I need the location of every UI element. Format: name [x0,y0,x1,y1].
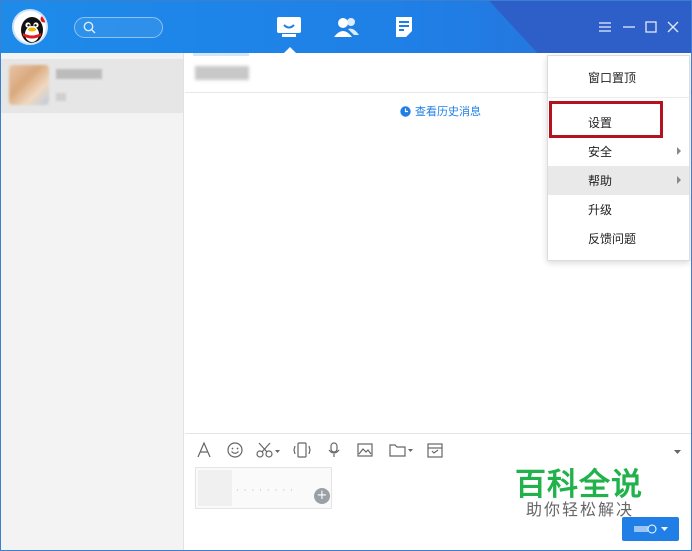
menu-item-label: 反馈问题 [588,232,637,246]
conversation-item[interactable] [1,59,183,113]
menu-icon [599,22,611,32]
close-icon [667,21,679,33]
main-menu-button[interactable] [597,19,613,35]
screenshot-button[interactable] [256,441,282,459]
menu-item-upgrade[interactable]: 升级 [548,195,689,224]
shake-window-button[interactable] [293,441,311,459]
main-dropdown-menu: 窗口置顶 设置 安全 帮助 升级 反馈问题 [547,55,690,261]
chevron-down-icon [660,526,668,531]
toolbar-more[interactable] [674,444,681,458]
message-input-area[interactable]: · · · · · · · · + [195,467,332,509]
menu-separator [548,97,689,98]
maximize-icon [645,21,657,33]
menu-item-label: 窗口置顶 [588,71,637,85]
chat-contact-name-blurred [195,66,249,80]
tab-contacts[interactable] [331,13,361,41]
settings-highlight-box [549,101,663,138]
send-button[interactable] [622,517,679,541]
menu-item-pin-window[interactable]: 窗口置顶 [548,63,689,92]
emoji-icon [227,442,243,458]
chat-header-accent [193,53,249,56]
maximize-button[interactable] [643,19,659,35]
calendar-button[interactable] [427,441,443,459]
history-link-label: 查看历史消息 [415,105,481,118]
qq-main-window: 查看历史消息 · · · · · · · · + 百科全说 助你轻松解决 窗口置… [0,0,692,551]
tab-messages[interactable] [274,13,304,53]
conversation-avatar [9,65,49,105]
input-placeholder-dots: · · · · · · · · [236,486,294,496]
scissors-icon [256,442,280,458]
history-messages-link[interactable]: 查看历史消息 [400,103,481,119]
shake-icon [293,442,311,458]
title-bar [1,1,691,53]
submenu-arrow-icon [677,176,681,184]
close-button[interactable] [665,19,681,35]
menu-item-label: 安全 [588,145,613,159]
minimize-button[interactable] [621,19,637,35]
user-avatar[interactable] [12,9,48,45]
emoji-button[interactable] [227,441,243,459]
search-input[interactable] [99,19,157,36]
penguin-logo-icon [21,15,46,43]
menu-item-security[interactable]: 安全 [548,137,689,166]
clock-icon [400,105,411,117]
calendar-icon [427,443,443,458]
file-button[interactable] [389,441,415,459]
folder-icon [389,444,413,457]
attachment-thumbnail [198,470,232,506]
send-icon [633,524,656,534]
voice-icon [328,442,340,457]
search-box[interactable] [74,17,163,38]
font-button[interactable] [197,441,211,459]
add-attachment-icon[interactable]: + [314,488,330,504]
menu-item-label: 升级 [588,203,613,217]
image-button[interactable] [357,441,373,459]
tab-space[interactable] [389,13,419,41]
message-icon [277,17,301,37]
image-icon [357,443,373,457]
conversation-preview-blurred [56,93,66,101]
search-icon [83,21,96,34]
contacts-icon [334,18,359,37]
watermark-subtitle: 助你轻松解决 [526,500,635,519]
voice-button[interactable] [328,441,340,459]
menu-item-label: 帮助 [588,174,613,188]
minimize-icon [623,26,635,28]
document-icon [396,17,412,37]
font-icon [197,442,211,458]
submenu-arrow-icon [677,147,681,155]
menu-item-help[interactable]: 帮助 [548,166,689,195]
conversation-name-blurred [56,69,102,79]
menu-item-feedback[interactable]: 反馈问题 [548,224,689,253]
chevron-down-icon [674,450,681,454]
conversation-list [1,53,184,550]
